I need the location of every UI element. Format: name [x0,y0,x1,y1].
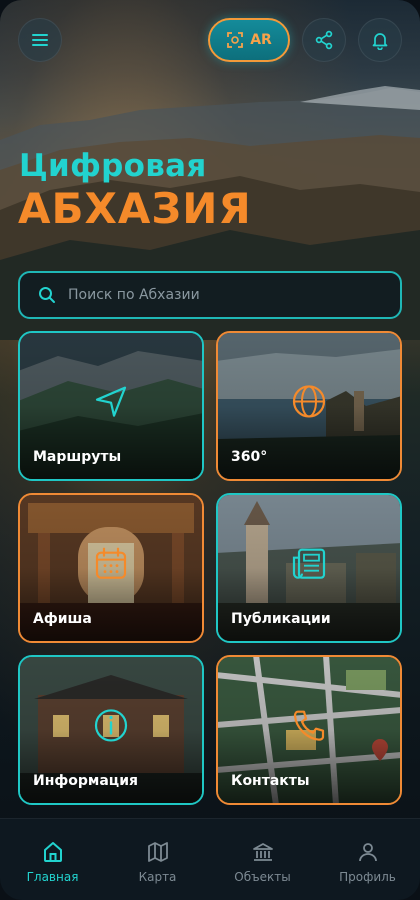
share-icon [315,30,333,50]
card-information[interactable]: Информация [18,655,204,805]
user-icon [358,842,377,861]
menu-button[interactable] [18,18,62,62]
nav-home[interactable]: Главная [0,819,105,900]
bell-icon [372,33,388,50]
nav-objects[interactable]: Объекты [210,819,315,900]
hamburger-menu-icon [32,34,48,46]
search-icon [39,287,55,303]
calendar-icon [95,547,127,579]
hero-title-line2: АБХАЗИЯ [18,184,252,233]
nav-profile-label: Профиль [339,869,396,884]
card-360-label: 360° [231,449,268,465]
share-button[interactable] [302,18,346,62]
nav-profile[interactable]: Профиль [315,819,420,900]
navigation-arrow-icon [95,386,127,417]
app-screen: AR Цифровая АБХАЗИЯ Поиск по Абхазии Мар… [0,0,420,900]
newspaper-icon [292,548,326,579]
search-input[interactable] [68,287,368,303]
card-events-label: Афиша [33,611,92,627]
card-publications-label: Публикации [231,611,331,627]
nav-map[interactable]: Карта [105,819,210,900]
card-events[interactable]: Афиша [18,493,204,643]
info-icon [94,709,128,742]
globe-icon [292,385,326,418]
card-360[interactable]: 360° [216,331,402,481]
building-icon [252,842,273,861]
hero-title-line1: Цифровая [19,148,207,184]
card-contacts[interactable]: Контакты [216,655,402,805]
card-information-label: Информация [33,773,138,789]
nav-map-label: Карта [138,869,177,884]
notifications-button[interactable] [358,18,402,62]
card-contacts-label: Контакты [231,773,310,789]
card-routes-label: Маршруты [33,449,122,465]
home-icon [43,841,62,862]
card-routes[interactable]: Маршруты [18,331,204,481]
nav-home-label: Главная [26,869,79,884]
nav-objects-label: Объекты [234,869,291,884]
ar-button-label: AR [250,32,272,48]
card-publications[interactable]: Публикации [216,493,402,643]
bottom-navigation: Главная Карта Объекты Профиль [0,818,420,900]
phone-icon [293,710,325,741]
ar-scan-icon [227,32,244,48]
ar-button[interactable]: AR [208,18,290,62]
search-bar[interactable] [18,271,402,319]
map-icon [147,841,168,862]
